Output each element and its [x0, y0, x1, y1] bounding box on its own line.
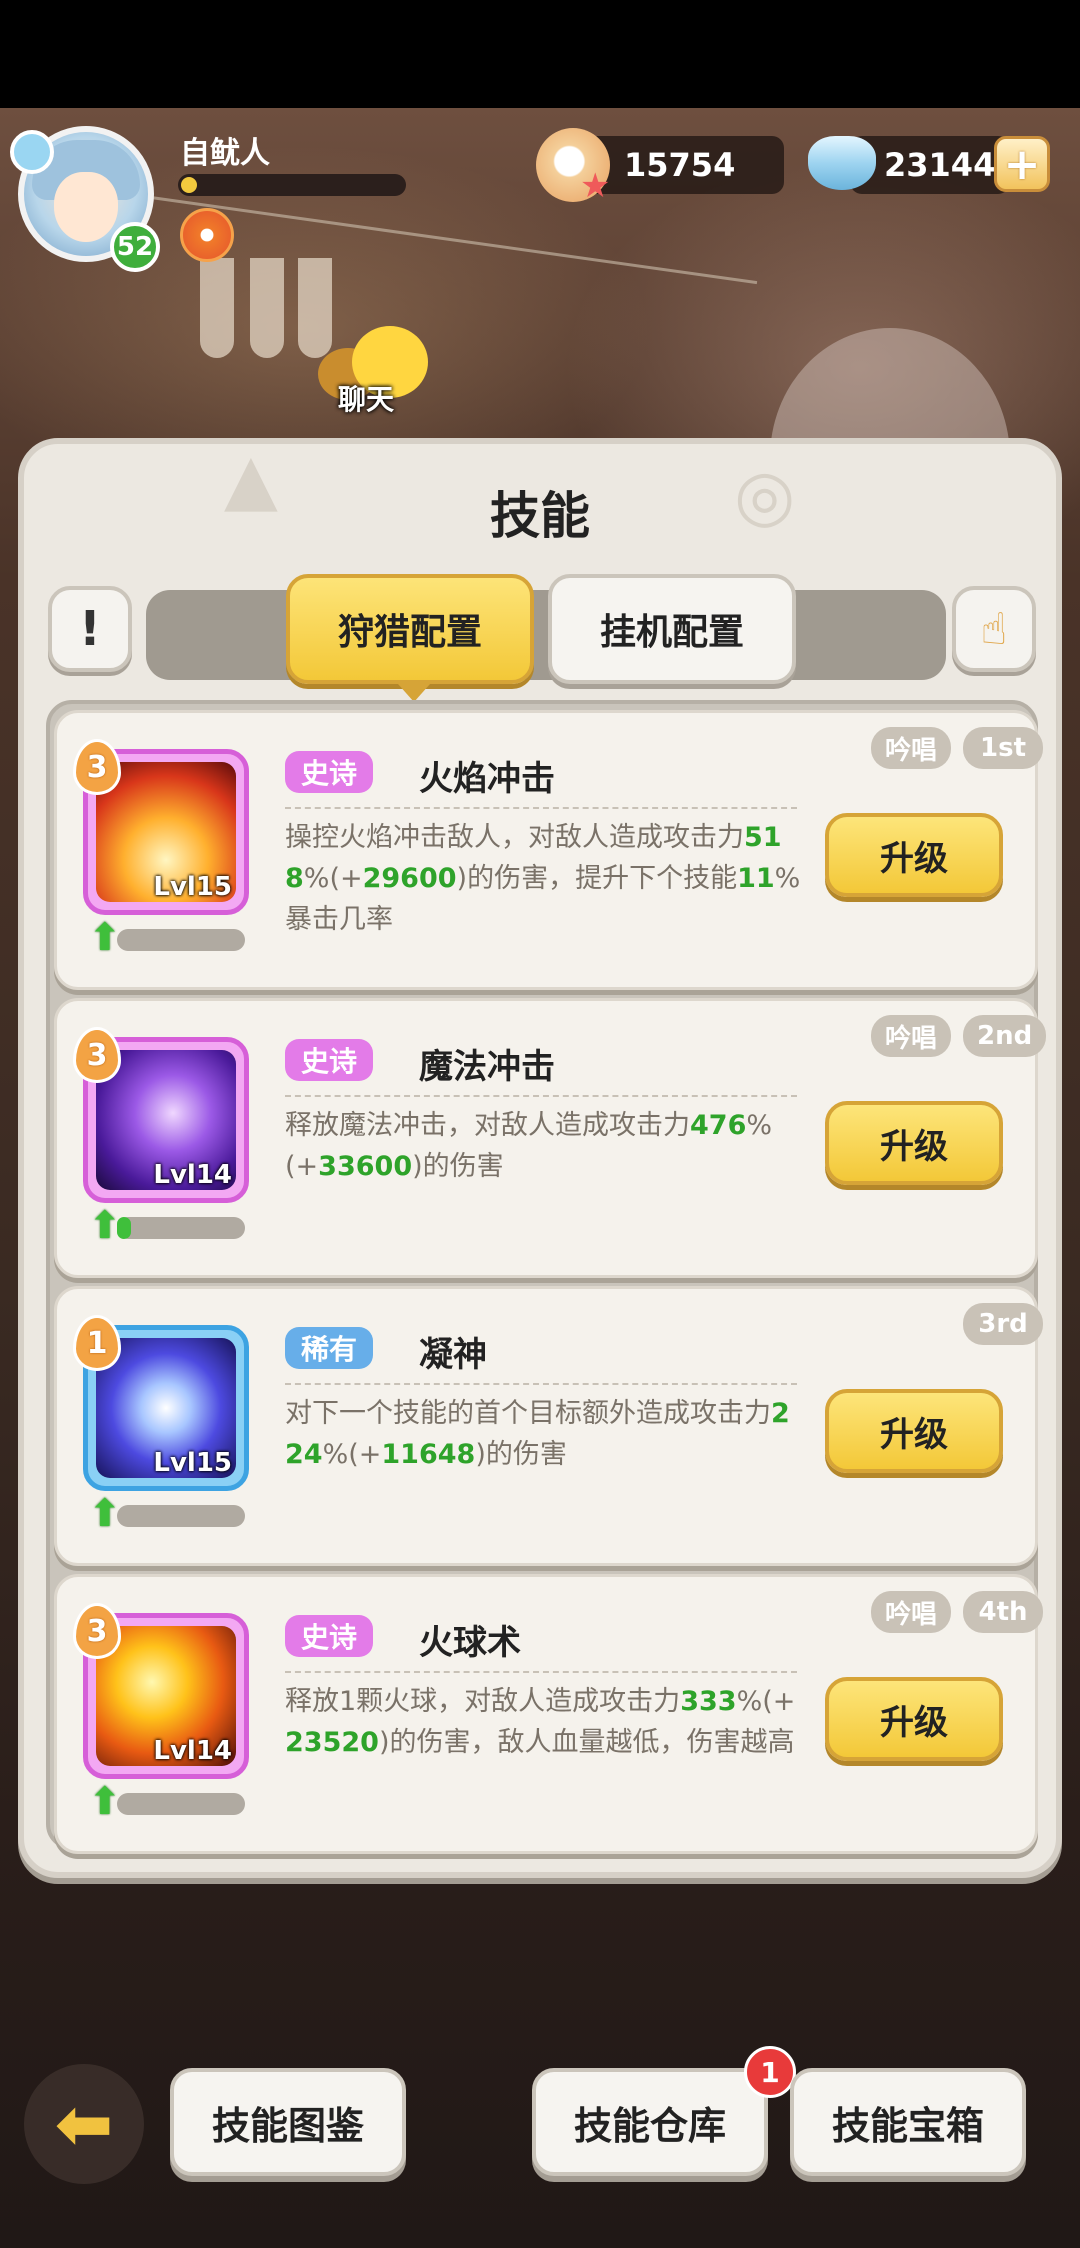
- star-badge: 3: [73, 739, 121, 795]
- notification-badge: 1: [744, 2046, 796, 2098]
- rarity-badge: 史诗: [285, 1039, 374, 1081]
- pearl-count: 15754: [624, 146, 736, 184]
- rarity-badge: 史诗: [285, 751, 374, 793]
- skill-card: Lvl15 3 ⬆ 史诗 火焰冲击 操控火焰冲击敌人，对敌人造成攻击力518%(…: [54, 710, 1043, 990]
- star-badge: 3: [73, 1603, 121, 1659]
- upgrade-button[interactable]: 升级: [825, 1389, 1003, 1473]
- upgrade-progress-bar: [117, 929, 245, 951]
- skill-name: 火焰冲击: [419, 759, 555, 799]
- tooth-decoration: [250, 258, 284, 358]
- starfish-icon: ★: [580, 166, 611, 206]
- divider: [285, 1671, 797, 1673]
- rarity-badge: 稀有: [285, 1327, 374, 1369]
- hand-pointer-button[interactable]: ☝: [952, 586, 1036, 672]
- skill-level: Lvl14: [153, 1160, 232, 1190]
- divider: [285, 807, 797, 809]
- tab-hunting-config[interactable]: 狩猎配置: [286, 574, 534, 702]
- status-bar: [0, 0, 1080, 108]
- clothesline: [142, 194, 758, 285]
- star-badge: 1: [73, 1315, 121, 1371]
- gem-icon: [808, 136, 876, 190]
- divider: [285, 1383, 797, 1385]
- info-button[interactable]: !: [48, 586, 132, 672]
- skill-chest-button[interactable]: 技能宝箱: [790, 2068, 1026, 2176]
- upgrade-button[interactable]: 升级: [825, 1101, 1003, 1185]
- skill-handbook-button[interactable]: 技能图鉴: [170, 2068, 406, 2176]
- order-tag: 3rd: [963, 1303, 1043, 1345]
- upgrade-button[interactable]: 升级: [825, 1677, 1003, 1761]
- player-name: 自鱿人: [180, 136, 270, 171]
- skill-name: 魔法冲击: [419, 1047, 555, 1087]
- divider: [285, 1095, 797, 1097]
- sword-badge-icon: [10, 130, 54, 174]
- skill-description: 操控火焰冲击敌人，对敌人造成攻击力518%(+29600)的伤害，提升下个技能1…: [285, 822, 801, 935]
- upgrade-progress-bar: [117, 1505, 245, 1527]
- xp-bar-fill: [181, 177, 197, 193]
- tab-idle-config[interactable]: 挂机配置: [548, 574, 796, 684]
- back-arrow-icon: ⬅: [54, 2083, 114, 2165]
- rarity-badge: 史诗: [285, 1615, 374, 1657]
- chat-label[interactable]: 聊天: [338, 378, 394, 418]
- player-level-badge: 52: [110, 222, 160, 272]
- skill-level: Lvl15: [153, 872, 232, 902]
- xp-bar: [178, 174, 406, 196]
- chant-tag: 吟唱: [871, 1591, 952, 1633]
- avatar-face: [54, 172, 118, 242]
- star-badge: 3: [73, 1027, 121, 1083]
- upgrade-progress-bar: [117, 1793, 245, 1815]
- skill-warehouse-button[interactable]: 技能仓库: [532, 2068, 768, 2176]
- chant-tag: 吟唱: [871, 727, 952, 769]
- tab-track: [146, 590, 946, 680]
- skill-description: 释放1颗火球，对敌人造成攻击力333%(+23520)的伤害，敌人血量越低，伤害…: [285, 1686, 796, 1758]
- hand-icon: ☝: [980, 603, 1008, 655]
- skill-level: Lvl14: [153, 1736, 232, 1766]
- chant-tag: 吟唱: [871, 1015, 952, 1057]
- back-button[interactable]: ⬅: [24, 2064, 144, 2184]
- skill-card: Lvl14 3 ⬆ 史诗 火球术 释放1颗火球，对敌人造成攻击力333%(+23…: [54, 1574, 1043, 1854]
- upgrade-progress-fill: [117, 1217, 131, 1239]
- tooth-decoration: [200, 258, 234, 358]
- buff-icon[interactable]: [180, 208, 234, 262]
- order-tag: 4th: [963, 1591, 1043, 1633]
- skill-card: Lvl14 3 ⬆ 史诗 魔法冲击 释放魔法冲击，对敌人造成攻击力476%(+3…: [54, 998, 1047, 1278]
- skill-description: 对下一个技能的首个目标额外造成攻击力224%(+11648)的伤害: [285, 1398, 790, 1470]
- order-tag: 2nd: [963, 1015, 1047, 1057]
- panel-title: 技能: [490, 487, 590, 545]
- add-gems-button[interactable]: +: [994, 136, 1050, 192]
- skill-name: 凝神: [419, 1335, 487, 1375]
- skill-card: Lvl15 1 ⬆ 稀有 凝神 对下一个技能的首个目标额外造成攻击力224%(+…: [54, 1286, 1043, 1566]
- skill-level: Lvl15: [153, 1448, 232, 1478]
- order-tag: 1st: [963, 727, 1043, 769]
- upgrade-progress-bar: [117, 1217, 245, 1239]
- skill-name: 火球术: [419, 1623, 521, 1663]
- skills-panel: ▲ ◎ 技能 ! 狩猎配置 挂机配置 ☝ Lvl15 3 ⬆ 史诗 火焰冲击 操…: [18, 438, 1062, 1878]
- upgrade-button[interactable]: 升级: [825, 813, 1003, 897]
- plus-icon: +: [1003, 138, 1041, 190]
- skill-description: 释放魔法冲击，对敌人造成攻击力476%(+33600)的伤害: [285, 1110, 773, 1182]
